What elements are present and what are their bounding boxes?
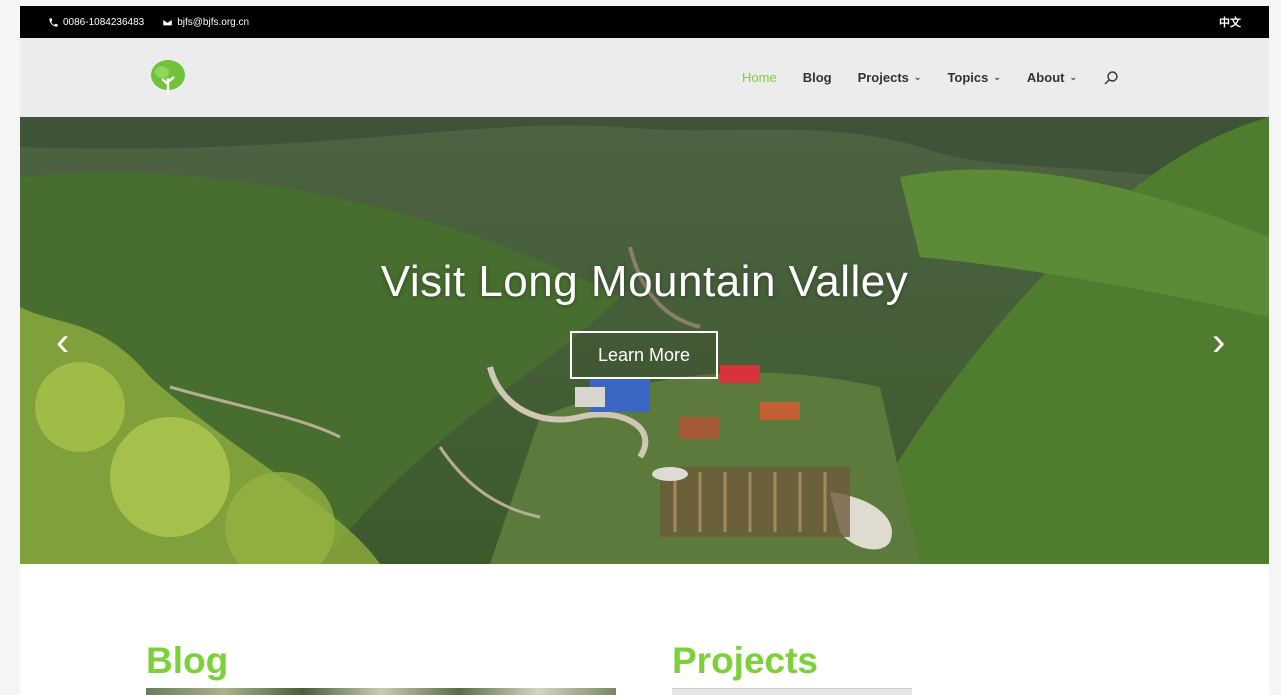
envelope-icon (162, 18, 173, 26)
phone-contact[interactable]: 0086-1084236483 (48, 17, 144, 28)
nav-item-label: Blog (802, 70, 832, 85)
site-header: Home Blog Projects ⌄ Topics ⌄ About ⌄ (20, 38, 1269, 117)
nav-item-about[interactable]: About ⌄ (1027, 70, 1077, 85)
page: 0086-1084236483 bjfs@bjfs.org.cn 中文 Home… (20, 6, 1269, 695)
nav-item-label: Projects (857, 70, 909, 85)
nav-item-topics[interactable]: Topics ⌄ (947, 70, 1000, 85)
learn-more-button[interactable]: Learn More (570, 331, 718, 379)
nav-item-label: Home (742, 70, 777, 85)
chevron-down-icon: ⌄ (1069, 72, 1078, 82)
chevron-down-icon: ⌄ (913, 72, 922, 82)
content-area: Blog Projects (20, 564, 1269, 695)
nav-item-label: Topics (947, 70, 989, 85)
hero-slider: Visit Long Mountain Valley Learn More ‹ … (20, 117, 1269, 564)
language-switch[interactable]: 中文 (1219, 14, 1241, 30)
top-bar: 0086-1084236483 bjfs@bjfs.org.cn 中文 (20, 6, 1269, 38)
project-thumbnail[interactable] (672, 688, 912, 695)
slider-prev-arrow-icon[interactable]: ‹ (56, 322, 69, 362)
tree-logo-icon[interactable] (148, 58, 188, 98)
chevron-down-icon: ⌄ (993, 72, 1001, 82)
projects-section-title[interactable]: Projects (672, 640, 818, 682)
blog-post-thumbnail[interactable] (146, 688, 616, 695)
nav-item-projects[interactable]: Projects ⌄ (858, 70, 922, 85)
blog-section-title[interactable]: Blog (146, 640, 228, 682)
nav-item-label: About (1026, 70, 1065, 85)
email-address: bjfs@bjfs.org.cn (177, 16, 250, 28)
nav-item-blog[interactable]: Blog (803, 70, 832, 85)
email-contact[interactable]: bjfs@bjfs.org.cn (162, 17, 249, 28)
main-nav: Home Blog Projects ⌄ Topics ⌄ About ⌄ (742, 38, 1119, 117)
hero-title: Visit Long Mountain Valley (380, 257, 909, 306)
search-icon[interactable] (1103, 70, 1119, 86)
slider-next-arrow-icon[interactable]: › (1212, 322, 1225, 362)
nav-item-home[interactable]: Home (742, 70, 777, 85)
phone-icon (49, 17, 58, 27)
phone-number: 0086-1084236483 (63, 16, 145, 28)
